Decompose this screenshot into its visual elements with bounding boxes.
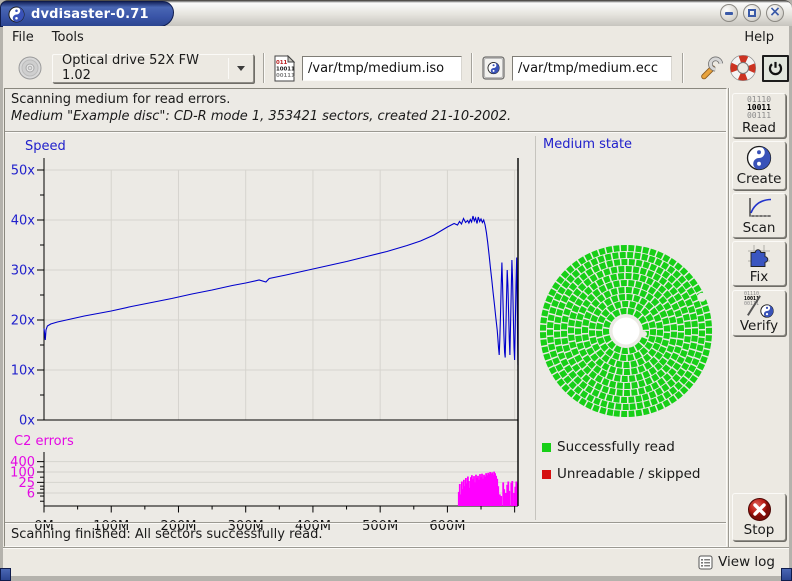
bottom-status-line: Scanning finished: All sectors successfu… bbox=[11, 527, 323, 542]
svg-text:20x: 20x bbox=[11, 314, 36, 329]
fix-label: Fix bbox=[750, 269, 769, 285]
fix-button[interactable]: Fix bbox=[732, 241, 786, 286]
menubar: File Tools Help bbox=[3, 26, 789, 48]
medium-state-title: Medium state bbox=[543, 137, 632, 152]
verify-button[interactable]: 01110 10011 00111 Verify bbox=[732, 290, 786, 336]
menu-tools[interactable]: Tools bbox=[43, 28, 93, 47]
svg-text:40x: 40x bbox=[11, 214, 36, 229]
medium-state-panel: Medium state Successfully read Unreadabl… bbox=[535, 136, 727, 520]
image-file-input[interactable] bbox=[302, 56, 462, 81]
minimize-icon bbox=[725, 12, 733, 15]
minimize-button[interactable] bbox=[720, 4, 738, 22]
preferences-button[interactable] bbox=[699, 56, 724, 81]
read-binary-icon: 01110 10011 00111 bbox=[747, 96, 771, 120]
drive-selector-dropdown[interactable]: Optical drive 52X FW 1.02 bbox=[52, 54, 254, 83]
ecc-file-input[interactable] bbox=[512, 56, 672, 81]
legend-green-swatch bbox=[542, 443, 551, 452]
titlebar[interactable]: dvdisaster-0.71 × bbox=[0, 0, 792, 26]
main-frame: Scanning medium for read errors. Medium … bbox=[4, 88, 727, 547]
statusbar: View log bbox=[3, 547, 789, 576]
fix-puzzle-icon bbox=[746, 243, 772, 269]
medium-state-disc bbox=[536, 241, 724, 421]
legend-item-read: Successfully read bbox=[542, 439, 675, 455]
speed-and-c2-charts: 0x10x20x30x40x50xSpeedC2 errors625100400… bbox=[9, 136, 533, 538]
svg-text:400: 400 bbox=[10, 455, 35, 470]
help-button[interactable] bbox=[730, 55, 756, 81]
legend-unreadable-label: Unreadable / skipped bbox=[557, 466, 700, 482]
read-label: Read bbox=[742, 120, 776, 136]
action-sidebar: 01110 10011 00111 Read Create bbox=[728, 88, 789, 547]
app-window: dvdisaster-0.71 × File Tools Help Optica… bbox=[0, 0, 792, 581]
app-yinyang-icon bbox=[8, 6, 25, 23]
maximize-button[interactable] bbox=[743, 4, 761, 22]
create-yinyang-icon bbox=[746, 145, 772, 171]
window-title: dvdisaster-0.71 bbox=[31, 7, 149, 22]
menu-file[interactable]: File bbox=[3, 28, 43, 47]
toolbar-separator bbox=[682, 53, 684, 83]
svg-text:Speed: Speed bbox=[25, 139, 66, 154]
toolbar-separator bbox=[471, 53, 473, 83]
stop-button[interactable]: Stop bbox=[732, 493, 786, 541]
cd-drive-icon bbox=[17, 55, 43, 81]
read-button[interactable]: 01110 10011 00111 Read bbox=[732, 93, 786, 138]
legend-item-unreadable: Unreadable / skipped bbox=[542, 466, 700, 482]
svg-text:00111: 00111 bbox=[276, 73, 295, 79]
create-label: Create bbox=[737, 171, 782, 187]
svg-text:50x: 50x bbox=[11, 164, 36, 179]
chevron-down-icon bbox=[237, 66, 245, 71]
verify-label: Verify bbox=[740, 318, 778, 334]
scan-chart-icon bbox=[745, 196, 773, 220]
ecc-file-icon bbox=[482, 56, 505, 80]
scan-status-line: Scanning medium for read errors. bbox=[11, 92, 230, 107]
stop-label: Stop bbox=[744, 522, 775, 538]
window-corner[interactable] bbox=[0, 568, 11, 581]
close-icon: × bbox=[769, 5, 781, 19]
log-list-icon bbox=[698, 555, 713, 570]
view-log-button[interactable]: View log bbox=[694, 552, 779, 572]
stop-icon bbox=[747, 497, 772, 522]
dropdown-separator bbox=[228, 58, 229, 79]
quit-button[interactable] bbox=[762, 55, 789, 82]
toolbar-separator bbox=[263, 53, 265, 83]
close-button[interactable]: × bbox=[766, 4, 784, 22]
separator bbox=[5, 131, 726, 133]
view-log-label: View log bbox=[718, 554, 775, 570]
window-body: File Tools Help Optical drive 52X FW 1.0… bbox=[3, 26, 789, 576]
verify-icon: 01110 10011 00111 bbox=[744, 292, 774, 318]
wrench-icon bbox=[699, 56, 724, 81]
svg-text:30x: 30x bbox=[11, 264, 36, 279]
power-icon bbox=[762, 55, 789, 82]
svg-text:011: 011 bbox=[276, 60, 288, 66]
menu-help[interactable]: Help bbox=[735, 28, 783, 47]
create-button[interactable]: Create bbox=[732, 141, 786, 190]
titlebar-tab[interactable]: dvdisaster-0.71 bbox=[0, 1, 174, 27]
maximize-icon bbox=[748, 9, 756, 17]
iso-image-icon: 011 10011 00111 bbox=[274, 55, 295, 82]
scan-label: Scan bbox=[743, 220, 776, 236]
window-corner[interactable] bbox=[781, 568, 792, 581]
svg-text:C2 errors: C2 errors bbox=[14, 434, 74, 449]
svg-text:10x: 10x bbox=[11, 364, 36, 379]
scan-button[interactable]: Scan bbox=[732, 193, 786, 238]
lifesaver-icon bbox=[730, 55, 756, 81]
legend-read-label: Successfully read bbox=[557, 439, 675, 455]
medium-info-line: Medium "Example disc": CD-R mode 1, 3534… bbox=[11, 109, 511, 124]
svg-text:10011: 10011 bbox=[276, 66, 295, 72]
toolbar: Optical drive 52X FW 1.02 011 10011 0011… bbox=[3, 48, 789, 88]
separator bbox=[5, 522, 726, 524]
svg-text:0x: 0x bbox=[19, 414, 35, 429]
legend-red-swatch bbox=[542, 470, 551, 479]
drive-selector-value: Optical drive 52X FW 1.02 bbox=[62, 53, 228, 83]
